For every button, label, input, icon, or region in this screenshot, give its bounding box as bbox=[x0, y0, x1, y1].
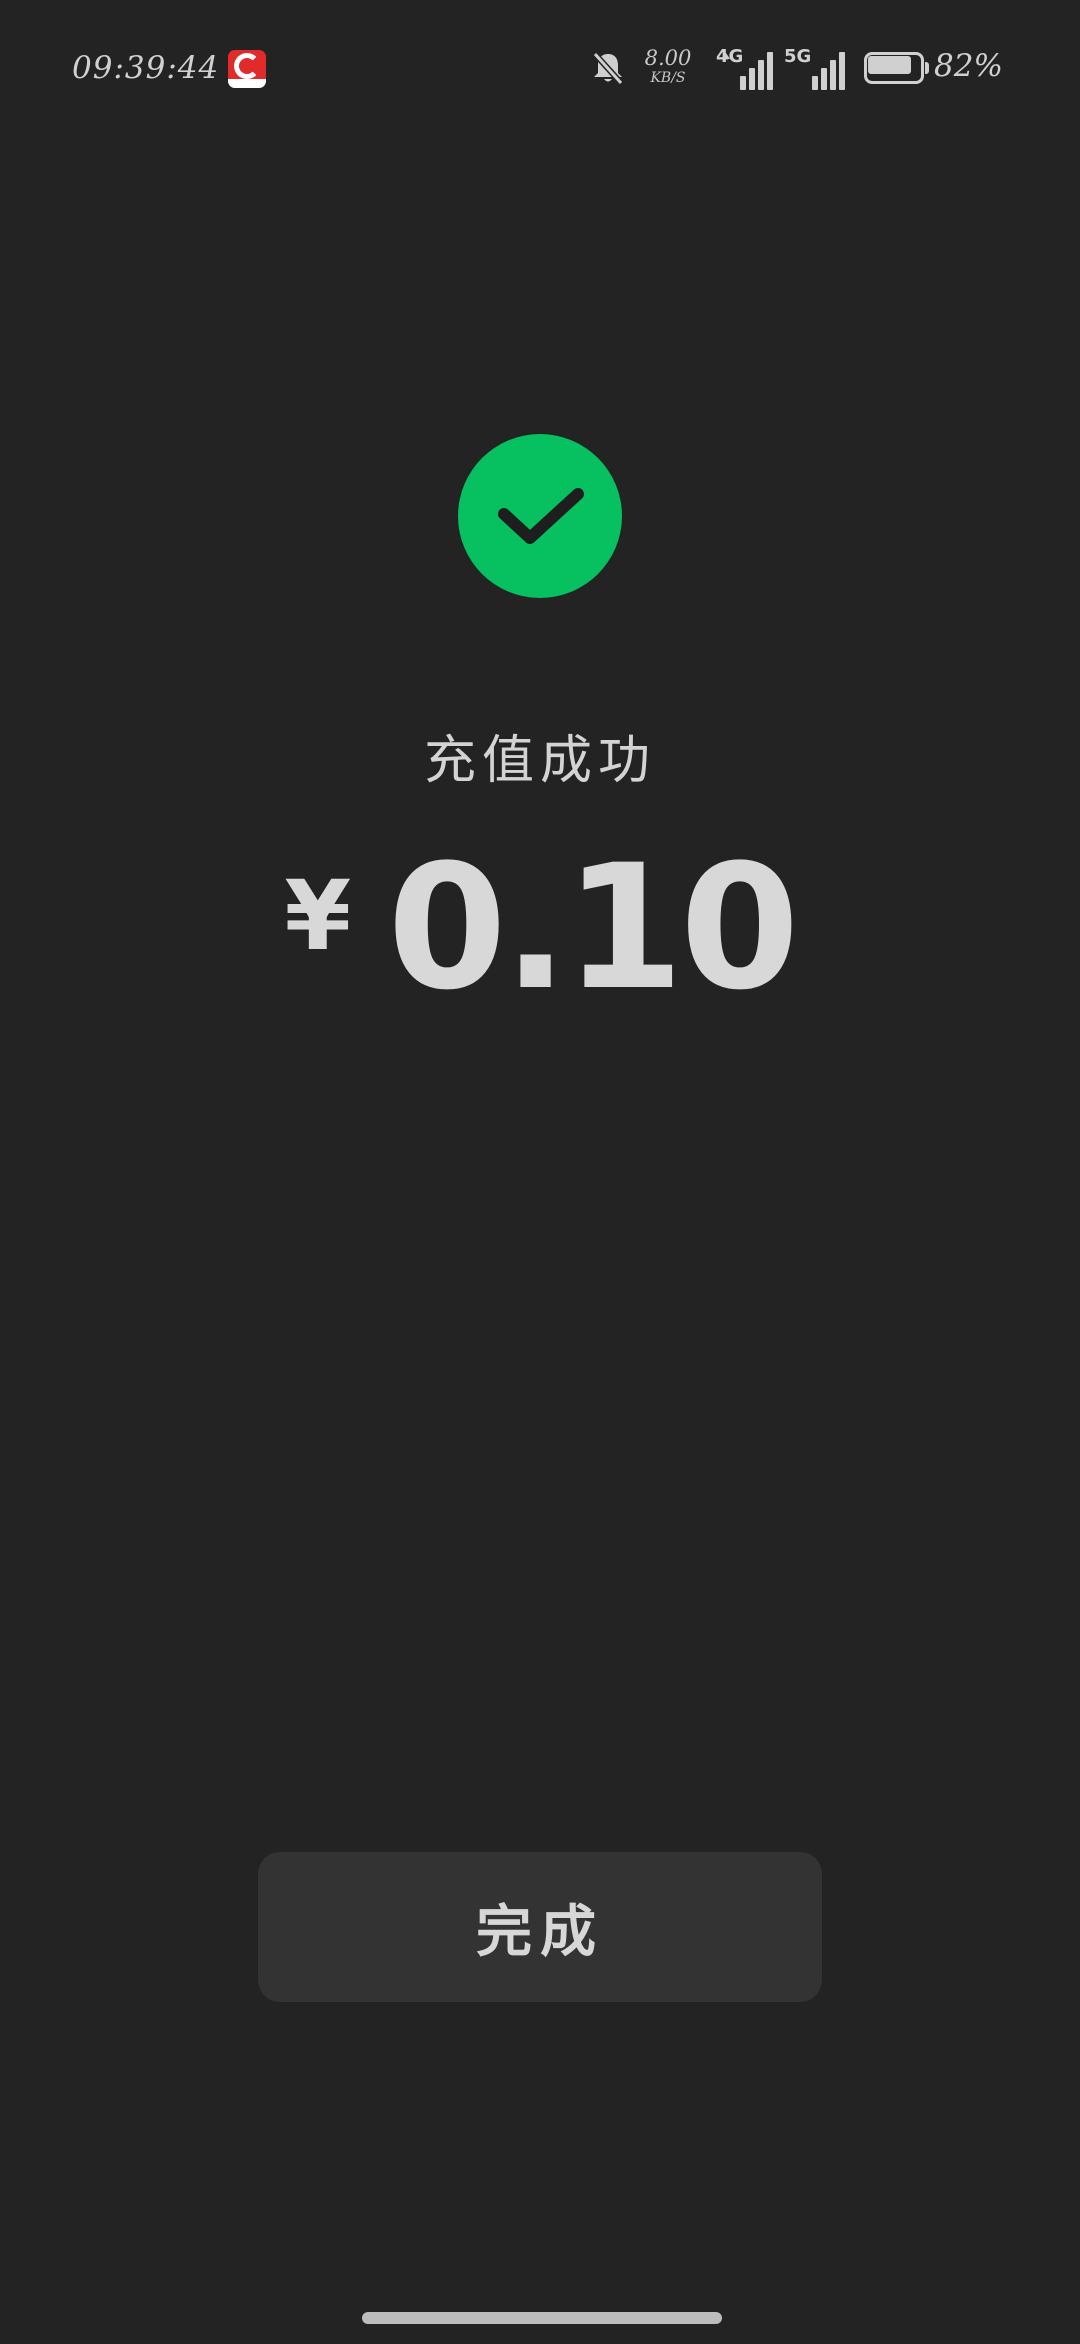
signal-5g: 5G bbox=[784, 46, 850, 90]
battery-percent: 82% bbox=[934, 48, 1003, 84]
done-button[interactable]: 完成 bbox=[258, 1852, 822, 2002]
signal-bars-icon bbox=[722, 52, 773, 90]
battery-icon bbox=[864, 52, 930, 84]
amount-display: ¥0.10 bbox=[0, 842, 1080, 1014]
status-right-cluster: 8.00 KB/S 4G 5G 82% bbox=[588, 46, 1004, 90]
status-bar: 09:39:44 8.00 KB/S 4G 5G 82% bbox=[0, 0, 1080, 140]
home-indicator[interactable] bbox=[362, 2312, 722, 2324]
network-speed: 8.00 KB/S bbox=[640, 46, 696, 86]
signal-bars-icon bbox=[812, 52, 845, 90]
recharge-result-screen: 09:39:44 8.00 KB/S 4G 5G 82% 充值成功 ¥ 0.10… bbox=[0, 0, 1080, 2344]
network-speed-unit: KB/S bbox=[650, 70, 686, 86]
app-notification-icon bbox=[228, 50, 266, 88]
signal-4g: 4G bbox=[708, 46, 774, 90]
status-time: 09:39:44 bbox=[72, 50, 220, 86]
checkmark-circle-icon bbox=[458, 434, 622, 598]
bell-off-icon bbox=[591, 50, 625, 87]
done-button-label: 完成 bbox=[476, 1898, 604, 1965]
amount-value: 0.10 bbox=[387, 827, 799, 1028]
result-title: 充值成功 bbox=[423, 731, 656, 791]
currency-symbol: ¥ bbox=[284, 860, 352, 972]
network-speed-value: 8.00 bbox=[644, 46, 692, 70]
